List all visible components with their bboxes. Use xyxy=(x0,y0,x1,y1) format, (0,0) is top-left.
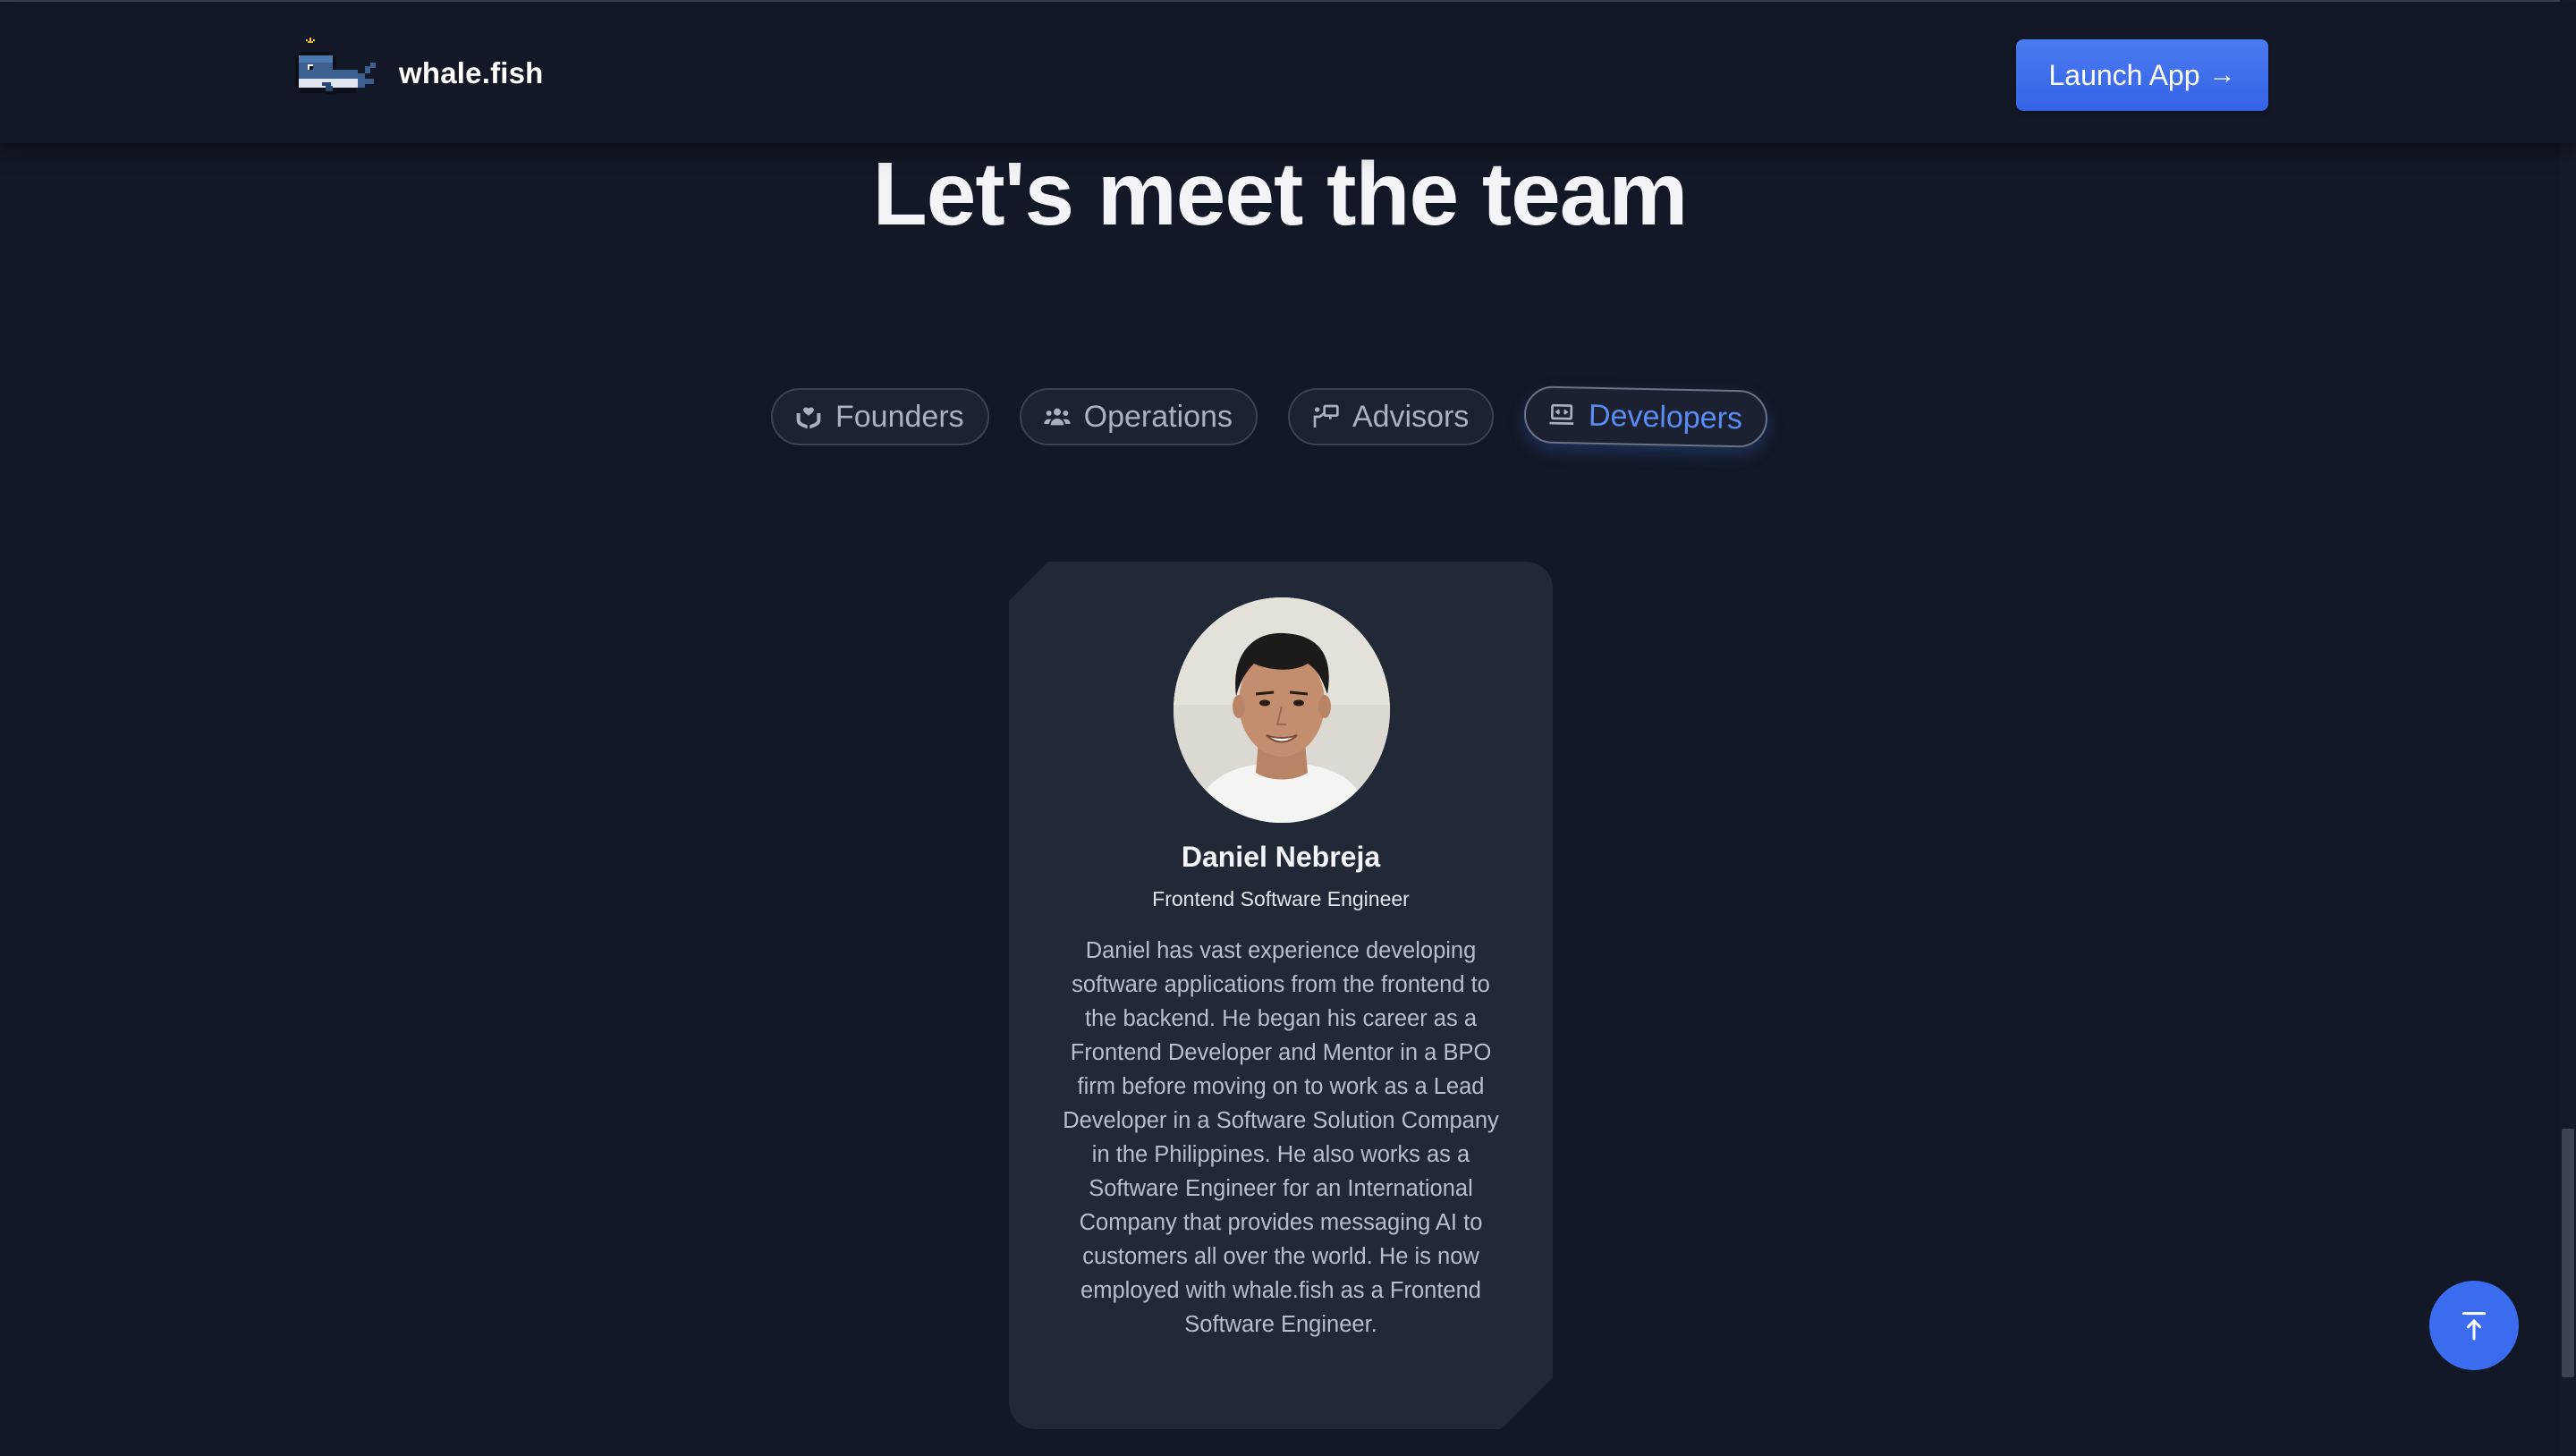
team-member-card: Daniel Nebreja Frontend Software Enginee… xyxy=(1009,562,1553,1429)
hands-heart-icon xyxy=(796,407,821,429)
laptop-code-icon xyxy=(1549,403,1574,425)
member-bio: Daniel has vast experience developing so… xyxy=(1063,938,1499,1337)
member-name: Daniel Nebreja xyxy=(1181,841,1381,873)
tab-founders[interactable]: Founders xyxy=(771,388,989,445)
brand-name: whale.fish xyxy=(399,56,544,89)
tab-label: Developers xyxy=(1588,398,1743,436)
team-tabs: Founders Operations Advisors Developers xyxy=(771,385,1768,449)
launch-app-label: Launch App xyxy=(2048,58,2200,91)
tab-advisors[interactable]: Advisors xyxy=(1287,388,1495,445)
site-header: whale.fish Launch App → xyxy=(0,2,2576,143)
presentation-icon xyxy=(1313,404,1339,427)
tab-developers[interactable]: Developers xyxy=(1523,385,1768,448)
tab-operations[interactable]: Operations xyxy=(1019,388,1258,445)
back-to-top-button[interactable] xyxy=(2429,1281,2519,1370)
page: whale.fish Launch App → Let's meet the t… xyxy=(0,0,2576,1456)
tab-label: Advisors xyxy=(1352,399,1470,434)
tab-label: Founders xyxy=(835,399,964,434)
arrow-up-to-line-icon xyxy=(2462,1312,2487,1341)
page-title: Let's meet the team xyxy=(872,144,1689,244)
users-group-icon xyxy=(1043,408,1071,426)
profile-photo xyxy=(1174,597,1390,823)
brand-link[interactable]: whale.fish xyxy=(293,36,544,111)
avatar xyxy=(1174,597,1390,823)
member-role: Frontend Software Engineer xyxy=(1152,887,1410,910)
arrow-right-icon: → xyxy=(2208,60,2236,89)
whale-logo-icon xyxy=(295,38,376,95)
page-scrollbar[interactable] xyxy=(2560,0,2576,1456)
scrollbar-thumb[interactable] xyxy=(2562,1129,2574,1377)
launch-app-button[interactable]: Launch App → xyxy=(2016,39,2268,111)
tab-label: Operations xyxy=(1083,399,1233,434)
